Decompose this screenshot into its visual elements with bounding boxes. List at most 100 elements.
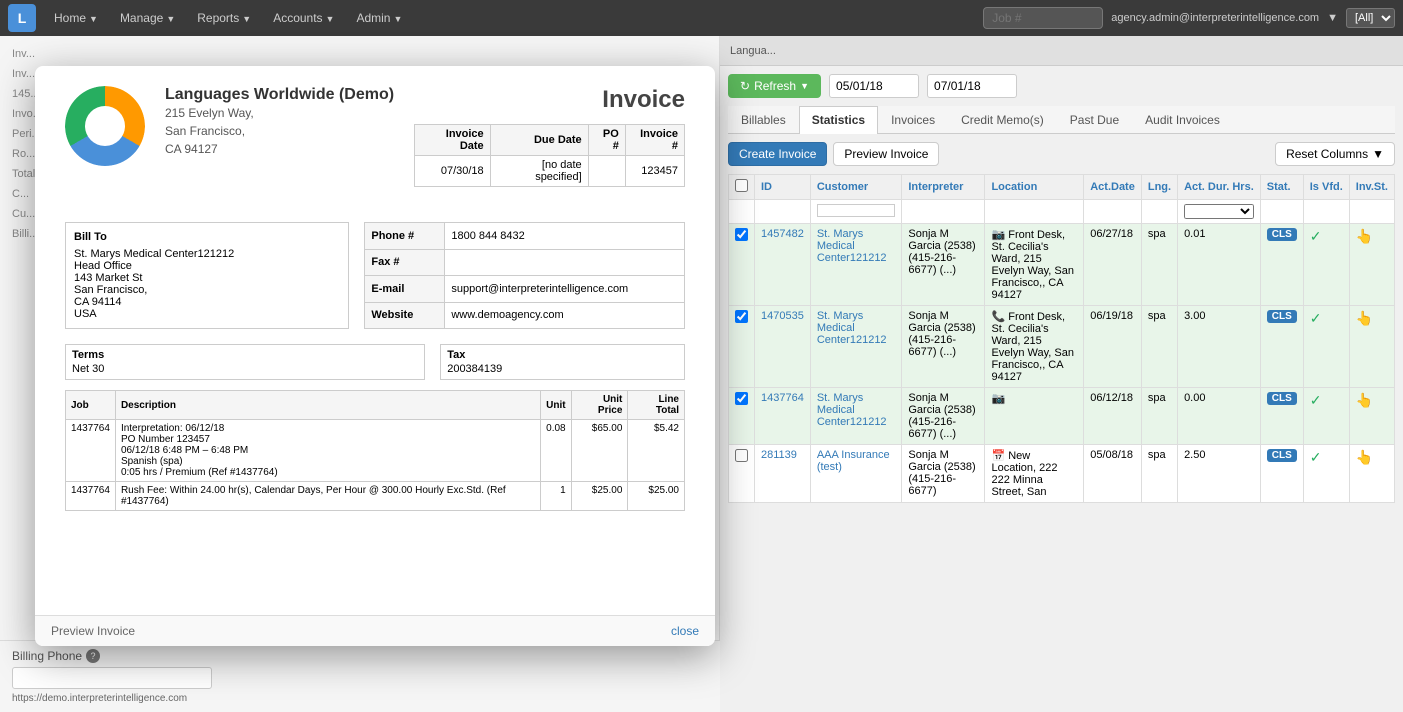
contact-website-value: www.demoagency.com [445,302,685,329]
company-address: 215 Evelyn Way, San Francisco, CA 94127 [165,104,394,158]
col-job: Job [66,391,116,420]
invoice-preview-modal: Languages Worldwide (Demo) 215 Evelyn Wa… [35,66,715,646]
tab-past-due[interactable]: Past Due [1057,106,1132,133]
bill-to-name: St. Marys Medical Center121212 [74,248,340,260]
row-checkbox-1457482[interactable] [735,228,748,241]
tab-invoices[interactable]: Invoices [878,106,948,133]
contact-email-label: E-mail [365,276,445,303]
row-lng-1470535: spa [1141,306,1177,388]
create-invoice-button[interactable]: Create Invoice [728,142,827,166]
col-interpreter-header[interactable]: Interpreter [902,175,985,200]
meta-header-po: PO # [588,125,625,156]
row-customer-1457482[interactable]: St. Marys Medical Center121212 [810,224,902,306]
meta-invoice-date: 07/30/18 [415,156,491,187]
contact-website-label: Website [365,302,445,329]
top-bar: L Home▼ Manage▼ Reports▼ Accounts▼ Admin… [0,0,1403,36]
tab-billables[interactable]: Billables [728,106,799,133]
row-id-281139[interactable]: 281139 [755,445,811,503]
line-item-unit-1: 0.08 [541,420,571,482]
col-actdate-header[interactable]: Act.Date [1084,175,1142,200]
table-row: 1437764 St. Marys Medical Center121212 S… [729,388,1395,445]
modal-footer: Preview Invoice close [35,615,715,646]
row-customer-281139[interactable]: AAA Insurance (test) [810,445,902,503]
stat-filter-select[interactable] [1184,204,1254,219]
meta-header-due-date: Due Date [490,125,588,156]
contact-fax-label: Fax # [365,249,445,276]
bottom-form: Billing Phone ? https://demo.interpreter… [0,640,720,712]
line-item-row: 1437764 Interpretation: 06/12/18 PO Numb… [66,420,685,482]
user-email: agency.admin@interpreterintelligence.com [1111,12,1319,24]
meta-header-invoice-num: Invoice # [625,125,684,156]
col-stat-header[interactable]: Stat. [1260,175,1303,200]
billing-phone-input[interactable] [12,667,212,689]
reset-columns-dropdown-icon: ▼ [1372,147,1384,161]
close-modal-link[interactable]: close [671,624,699,638]
row-dur-281139: 2.50 [1178,445,1261,503]
refresh-button[interactable]: ↻ Refresh ▼ [728,74,821,98]
line-item-row: 1437764 Rush Fee: Within 24.00 hr(s), Ca… [66,482,685,511]
inv-st-icon-1437764: 👆 [1356,392,1373,408]
date-from-input[interactable] [829,74,919,98]
row-customer-1470535[interactable]: St. Marys Medical Center121212 [810,306,902,388]
invoice-header: Languages Worldwide (Demo) 215 Evelyn Wa… [65,86,685,202]
row-actdate-281139: 05/08/18 [1084,445,1142,503]
tab-audit-invoices[interactable]: Audit Invoices [1132,106,1233,133]
line-item-total-2: $25.00 [628,482,685,511]
line-item-job-1: 1437764 [66,420,116,482]
tabs-row: Billables Statistics Invoices Credit Mem… [728,106,1395,134]
preview-invoice-footer-label: Preview Invoice [51,624,135,638]
col-customer-header[interactable]: Customer [810,175,902,200]
meta-po [588,156,625,187]
terms-tax-section: Terms Net 30 Tax 200384139 [65,344,685,380]
line-item-job-2: 1437764 [66,482,116,511]
col-id-header[interactable]: ID [755,175,811,200]
row-id-1457482[interactable]: 1457482 [755,224,811,306]
reset-columns-button[interactable]: Reset Columns ▼ [1275,142,1395,166]
nav-admin[interactable]: Admin▼ [346,7,412,29]
row-id-1437764[interactable]: 1437764 [755,388,811,445]
stat-badge-1457482: CLS [1267,228,1297,241]
col-is-vfd-header[interactable]: Is Vfd. [1303,175,1349,200]
col-location-header[interactable]: Location [985,175,1084,200]
line-item-unit-2: 1 [541,482,571,511]
row-interpreter-1470535: Sonja M Garcia (2538) (415-216-6677) (..… [902,306,985,388]
invoice-title: Invoice [414,86,685,114]
sidebar-inv-label: Inv... [12,44,707,64]
nav-manage[interactable]: Manage▼ [110,7,185,29]
row-checkbox-1437764[interactable] [735,392,748,405]
row-location-1437764: 📷 [985,388,1084,445]
right-panel: Langua... ↻ Refresh ▼ Billables Statisti… [720,36,1403,712]
contact-phone-value: 1800 844 8432 [445,223,685,250]
row-id-1470535[interactable]: 1470535 [755,306,811,388]
tab-statistics[interactable]: Statistics [799,106,878,134]
customer-filter-input[interactable] [817,204,896,217]
tax-label: Tax [447,349,678,361]
row-checkbox-1470535[interactable] [735,310,748,323]
help-icon[interactable]: ? [86,649,100,663]
language-select[interactable]: [All] [1346,8,1395,28]
nav-home[interactable]: Home▼ [44,7,108,29]
row-customer-1437764[interactable]: St. Marys Medical Center121212 [810,388,902,445]
table-row: 1457482 St. Marys Medical Center121212 S… [729,224,1395,306]
row-lng-1437764: spa [1141,388,1177,445]
bill-to-contact-section: Bill To St. Marys Medical Center121212 H… [65,222,685,329]
tab-credit-memo[interactable]: Credit Memo(s) [948,106,1057,133]
user-menu-icon[interactable]: ▼ [1327,12,1338,24]
tax-box: Tax 200384139 [440,344,685,380]
col-lng-header[interactable]: Lng. [1141,175,1177,200]
inv-st-icon-1470535: 👆 [1356,310,1373,326]
line-item-desc-2: Rush Fee: Within 24.00 hr(s), Calendar D… [115,482,540,511]
line-item-price-1: $65.00 [571,420,628,482]
row-checkbox-281139[interactable] [735,449,748,462]
col-inv-st-header[interactable]: Inv.St. [1349,175,1394,200]
col-act-dur-hrs-header[interactable]: Act. Dur. Hrs. [1178,175,1261,200]
preview-invoice-button[interactable]: Preview Invoice [833,142,939,166]
company-name: Languages Worldwide (Demo) [165,86,394,104]
nav-reports[interactable]: Reports▼ [187,7,261,29]
nav-accounts[interactable]: Accounts▼ [263,7,344,29]
select-all-checkbox[interactable] [735,179,748,192]
line-item-price-2: $25.00 [571,482,628,511]
date-to-input[interactable] [927,74,1017,98]
job-search-input[interactable] [983,7,1103,29]
company-info: Languages Worldwide (Demo) 215 Evelyn Wa… [165,86,394,202]
